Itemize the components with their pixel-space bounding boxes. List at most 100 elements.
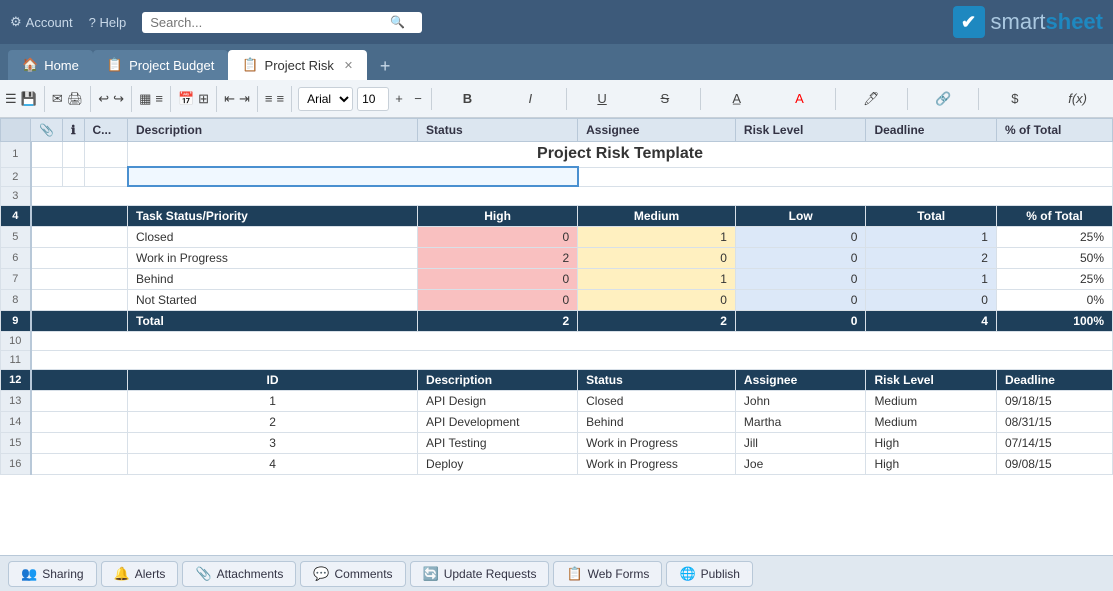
underline-button[interactable]: U (571, 86, 634, 112)
new-row-button[interactable]: ☰ (4, 86, 18, 112)
detail-deadline-4: 09/08/15 (996, 453, 1112, 474)
summary-high-closed: 0 (418, 226, 578, 247)
table-row: 11 (1, 350, 1113, 369)
summary-label-not-started: Not Started (128, 289, 418, 310)
print-button[interactable]: 🖨 (66, 86, 85, 112)
summary-high-header: High (418, 205, 578, 226)
comments-tab[interactable]: 💬 Comments (300, 561, 405, 587)
sharing-icon: 👥 (21, 566, 37, 582)
alerts-label: Alerts (135, 567, 166, 581)
row-num-16: 16 (1, 453, 31, 474)
bold-button[interactable]: B (436, 86, 499, 112)
summary-high-not-started: 0 (418, 289, 578, 310)
detail-id-header: ID (128, 369, 418, 390)
tab-project-budget[interactable]: 📋 Project Budget (93, 50, 228, 80)
undo-button[interactable]: ↩ (97, 86, 110, 112)
close-tab-icon[interactable]: ✕ (344, 59, 353, 72)
main-area: 📎 ℹ C... Description Status Assignee Ris… (0, 118, 1113, 555)
summary-total-total: 4 (866, 310, 997, 331)
row-num-4: 4 (1, 205, 31, 226)
summary-total-header: Total (866, 205, 997, 226)
detail-deadline-2: 08/31/15 (996, 411, 1112, 432)
col-pct-header: % of Total (996, 119, 1112, 142)
add-tab-button[interactable]: + (371, 52, 399, 80)
alerts-tab[interactable]: 🔔 Alerts (101, 561, 179, 587)
detail-assignee-1: John (735, 390, 866, 411)
search-input[interactable] (150, 15, 390, 30)
row-num-8: 8 (1, 289, 31, 310)
search-bar[interactable]: 🔍 (142, 12, 422, 33)
table-row: 3 (1, 186, 1113, 205)
summary-label-closed: Closed (128, 226, 418, 247)
summary-total-row: 9 Total 2 2 0 4 100% (1, 310, 1113, 331)
summary-medium-not-started: 0 (578, 289, 736, 310)
detail-risk-header: Risk Level (866, 369, 997, 390)
detail-desc-2: API Development (418, 411, 578, 432)
tab-home[interactable]: 🏠 Home (8, 50, 93, 80)
budget-tab-label: Project Budget (129, 58, 214, 73)
align-right-button[interactable]: ≡ (275, 86, 285, 112)
detail-id-2: 2 (128, 411, 418, 432)
help-menu[interactable]: ? Help (89, 15, 127, 30)
summary-total-low: 0 (735, 310, 866, 331)
detail-assignee-header: Assignee (735, 369, 866, 390)
indent-left-button[interactable]: ⇤ (223, 86, 236, 112)
grid-button[interactable]: ⊞ (197, 86, 210, 112)
font-family-select[interactable]: Arial (298, 87, 353, 111)
detail-assignee-3: Jill (735, 432, 866, 453)
redo-button[interactable]: ↪ (112, 86, 125, 112)
table-view-button[interactable]: ▦ (138, 86, 152, 112)
font-size-decrease[interactable]: − (409, 86, 427, 112)
summary-medium-behind: 1 (578, 268, 736, 289)
summary-high-wip: 2 (418, 247, 578, 268)
account-label: Account (26, 15, 73, 30)
strikethrough-button[interactable]: S (633, 86, 696, 112)
text-color-button[interactable]: A (768, 86, 831, 112)
link-button[interactable]: 🔗 (912, 86, 975, 112)
detail-status-2: Behind (578, 411, 736, 432)
summary-pct-not-started: 0% (996, 289, 1112, 310)
detail-status-1: Closed (578, 390, 736, 411)
currency-button[interactable]: $ (983, 86, 1046, 112)
comments-icon: 💬 (313, 566, 329, 582)
calendar-button[interactable]: 📅 (177, 86, 195, 112)
formula-button[interactable]: f(x) (1046, 86, 1109, 112)
publish-tab[interactable]: 🌐 Publish (666, 561, 753, 587)
email-button[interactable]: ✉ (51, 86, 64, 112)
row-num-header (1, 119, 31, 142)
input-cell-2[interactable] (128, 167, 578, 186)
summary-low-behind: 0 (735, 268, 866, 289)
summary-row-not-started: 8 Not Started 0 0 0 0 0% (1, 289, 1113, 310)
sheet-area[interactable]: 📎 ℹ C... Description Status Assignee Ris… (0, 118, 1113, 555)
summary-label-behind: Behind (128, 268, 418, 289)
save-button[interactable]: 💾 (20, 86, 38, 112)
font-size-input[interactable] (357, 87, 389, 111)
table-row: 1 Project Risk Template (1, 142, 1113, 168)
account-menu[interactable]: ⚙ Account (10, 14, 73, 30)
italic-button[interactable]: I (499, 86, 562, 112)
font-size-increase[interactable]: + (390, 86, 408, 112)
detail-row-4: 16 4 Deploy Work in Progress Joe High 09… (1, 453, 1113, 474)
summary-total-closed: 1 (866, 226, 997, 247)
summary-low-not-started: 0 (735, 289, 866, 310)
detail-id-4: 4 (128, 453, 418, 474)
tab-project-risk[interactable]: 📋 Project Risk ✕ (228, 50, 367, 80)
update-requests-tab[interactable]: 🔄 Update Requests (410, 561, 550, 587)
highlight-button[interactable]: 🖊 (840, 86, 903, 112)
col-risk-header: Risk Level (735, 119, 866, 142)
web-forms-tab[interactable]: 📋 Web Forms (553, 561, 662, 587)
attachments-label: Attachments (217, 567, 284, 581)
sharing-tab[interactable]: 👥 Sharing (8, 561, 97, 587)
summary-high-behind: 0 (418, 268, 578, 289)
table-row: 2 (1, 167, 1113, 186)
align-left-button[interactable]: ≡ (264, 86, 274, 112)
row-num-10: 10 (1, 331, 31, 350)
indent-button[interactable]: ≡ (154, 86, 164, 112)
attachments-tab[interactable]: 📎 Attachments (182, 561, 296, 587)
col-status-header: Status (418, 119, 578, 142)
fill-color-button[interactable]: A̲ (705, 86, 768, 112)
column-header-row: 📎 ℹ C... Description Status Assignee Ris… (1, 119, 1113, 142)
summary-total-not-started: 0 (866, 289, 997, 310)
indent-right-button[interactable]: ⇥ (238, 86, 251, 112)
attach-icon: 📎 (39, 123, 54, 137)
